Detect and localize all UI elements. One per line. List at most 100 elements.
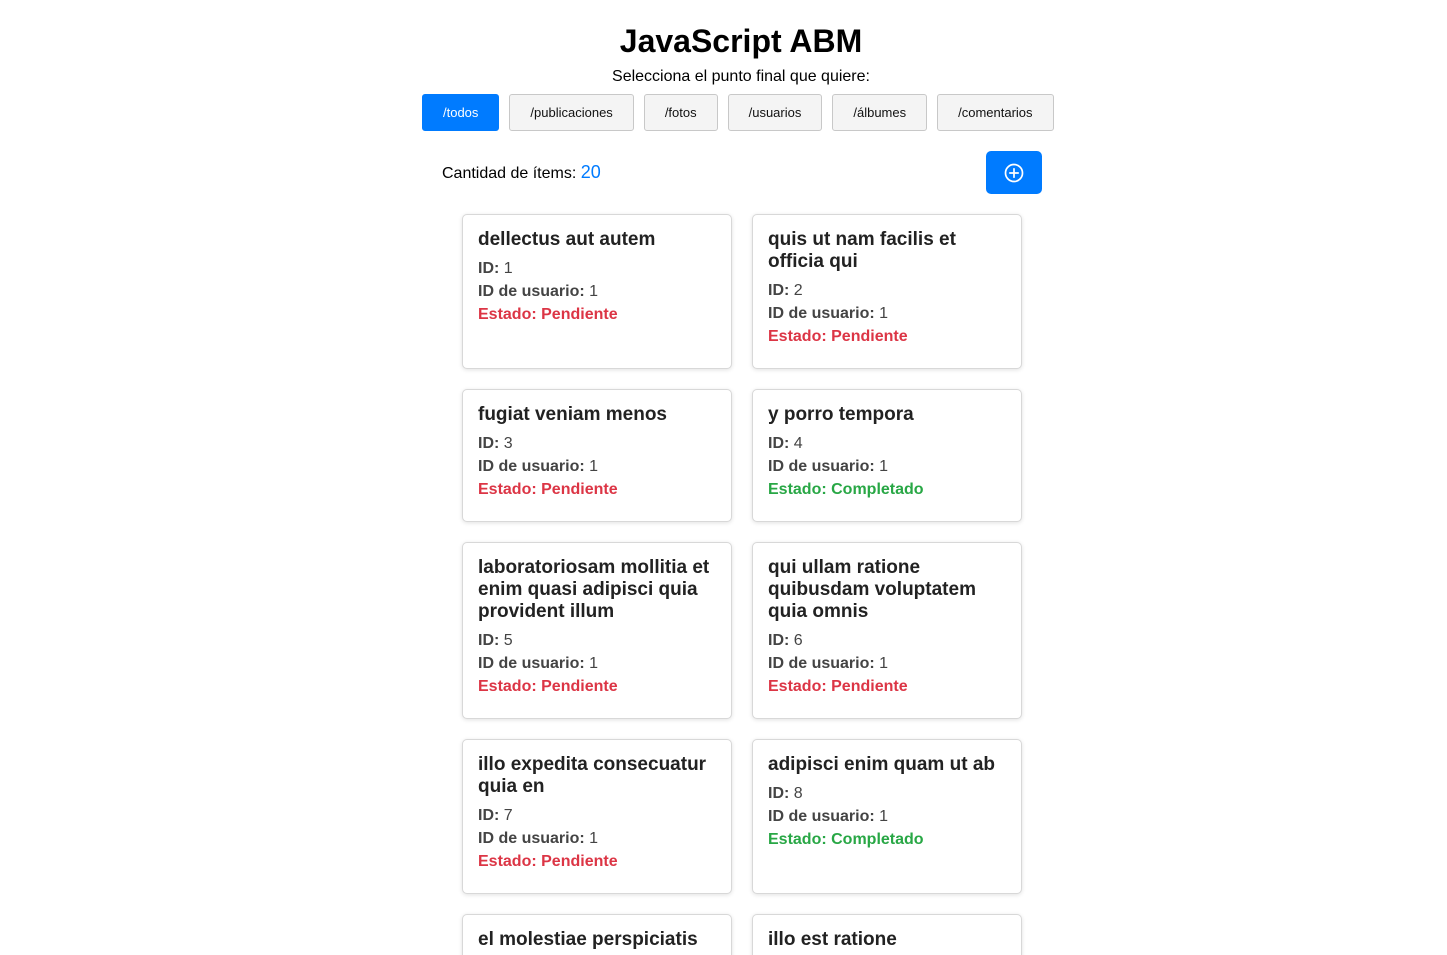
status-value: Pendiente — [831, 328, 908, 345]
todo-card[interactable]: fugiat veniam menos ID: 3 ID de usuario:… — [462, 389, 732, 522]
todo-user-id: ID de usuario: 1 — [478, 280, 716, 303]
user-id-label: ID de usuario: — [478, 283, 585, 300]
endpoint-button-todos[interactable]: /todos — [422, 94, 500, 131]
status-label: Estado: — [768, 678, 827, 695]
user-id-label: ID de usuario: — [478, 830, 585, 847]
todo-title: illo est ratione — [768, 929, 897, 950]
todo-id: ID: 2 — [768, 279, 1006, 302]
status-label: Estado: — [768, 831, 827, 848]
todo-title: y porro tempora — [768, 404, 914, 425]
todo-status: Estado: Pendiente — [478, 303, 716, 326]
status-value: Pendiente — [541, 306, 618, 323]
todo-id: ID: 4 — [768, 432, 1006, 455]
todo-card[interactable]: quis ut nam facilis et officia qui ID: 2… — [752, 214, 1022, 369]
todo-user-id: ID de usuario: 1 — [478, 827, 716, 850]
todo-status: Estado: Pendiente — [478, 850, 716, 873]
id-label: ID: — [478, 807, 500, 824]
todo-id: ID: 8 — [768, 782, 1006, 805]
status-value: Pendiente — [541, 678, 618, 695]
user-id-label: ID de usuario: — [768, 655, 875, 672]
todo-id: ID: 5 — [478, 629, 716, 652]
todo-user-id: ID de usuario: 1 — [478, 652, 716, 675]
user-id-label: ID de usuario: — [768, 808, 875, 825]
id-value: 2 — [793, 282, 803, 299]
status-value: Completado — [831, 831, 924, 848]
endpoint-button-publicaciones[interactable]: /publicaciones — [509, 94, 634, 131]
user-id-label: ID de usuario: — [768, 305, 875, 322]
endpoint-button-fotos[interactable]: /fotos — [643, 94, 718, 131]
todo-user-id: ID de usuario: 1 — [478, 455, 716, 478]
todo-card[interactable]: dellectus aut autem ID: 1 ID de usuario:… — [462, 214, 732, 369]
page-title: JavaScript ABM — [619, 23, 863, 59]
todo-card[interactable]: el molestiae perspiciatis — [462, 914, 732, 955]
todo-title: qui ullam ratione quibusdam voluptatem q… — [768, 557, 976, 622]
todo-title: illo expedita consecuatur quia en — [478, 754, 707, 797]
todo-title: adipisci enim quam ut ab — [768, 754, 995, 775]
plus-circle-icon — [1004, 163, 1024, 182]
todo-user-id: ID de usuario: 1 — [768, 805, 1006, 828]
user-id-value: 1 — [879, 305, 889, 322]
user-id-value: 1 — [589, 283, 599, 300]
todo-user-id: ID de usuario: 1 — [768, 302, 1006, 325]
item-grid: dellectus aut autem ID: 1 ID de usuario:… — [462, 214, 1022, 955]
todo-status: Estado: Pendiente — [768, 325, 1006, 348]
endpoint-selector: /todos /publicaciones /fotos /usuarios /… — [422, 94, 1054, 131]
status-value: Pendiente — [541, 481, 618, 498]
id-label: ID: — [478, 632, 500, 649]
user-id-value: 1 — [879, 655, 889, 672]
todo-card[interactable]: adipisci enim quam ut ab ID: 8 ID de usu… — [752, 739, 1022, 894]
todo-id: ID: 6 — [768, 629, 1006, 652]
todo-card[interactable]: illo expedita consecuatur quia en ID: 7 … — [462, 739, 732, 894]
user-id-label: ID de usuario: — [478, 458, 585, 475]
todo-user-id: ID de usuario: 1 — [768, 652, 1006, 675]
id-label: ID: — [768, 632, 790, 649]
todo-status: Estado: Pendiente — [478, 478, 716, 501]
status-label: Estado: — [768, 328, 827, 345]
endpoint-button-usuarios[interactable]: /usuarios — [727, 94, 823, 131]
user-id-value: 1 — [589, 458, 599, 475]
id-value: 8 — [793, 785, 803, 802]
id-value: 7 — [503, 807, 513, 824]
id-label: ID: — [478, 260, 500, 277]
user-id-label: ID de usuario: — [768, 458, 875, 475]
id-value: 6 — [793, 632, 803, 649]
todo-status: Estado: Completado — [768, 828, 1006, 851]
user-id-value: 1 — [879, 808, 889, 825]
id-label: ID: — [478, 435, 500, 452]
todo-card[interactable]: qui ullam ratione quibusdam voluptatem q… — [752, 542, 1022, 719]
todo-card[interactable]: y porro tempora ID: 4 ID de usuario: 1 E… — [752, 389, 1022, 522]
endpoint-prompt: Selecciona el punto final que quiere: — [612, 68, 870, 85]
id-label: ID: — [768, 282, 790, 299]
todo-card[interactable]: illo est ratione — [752, 914, 1022, 955]
endpoint-button-comentarios[interactable]: /comentarios — [937, 94, 1054, 131]
item-count: Cantidad de ítems: 20 — [442, 161, 601, 185]
todo-title: laboratoriosam mollitia et enim quasi ad… — [478, 557, 710, 622]
status-value: Pendiente — [831, 678, 908, 695]
todo-title: el molestiae perspiciatis — [478, 929, 698, 950]
todo-card[interactable]: laboratoriosam mollitia et enim quasi ad… — [462, 542, 732, 719]
user-id-value: 1 — [879, 458, 889, 475]
status-label: Estado: — [768, 481, 827, 498]
item-count-value: 20 — [580, 162, 601, 182]
status-label: Estado: — [478, 481, 537, 498]
todo-user-id: ID de usuario: 1 — [768, 455, 1006, 478]
status-label: Estado: — [478, 306, 537, 323]
todo-status: Estado: Completado — [768, 478, 1006, 501]
user-id-label: ID de usuario: — [478, 655, 585, 672]
id-value: 4 — [793, 435, 803, 452]
app-page: JavaScript ABM Selecciona el punto final… — [0, 0, 1447, 955]
user-id-value: 1 — [589, 830, 599, 847]
id-value: 3 — [503, 435, 513, 452]
status-label: Estado: — [478, 678, 537, 695]
item-count-label: Cantidad de ítems: — [442, 165, 577, 182]
status-value: Completado — [831, 481, 924, 498]
todo-title: dellectus aut autem — [478, 229, 656, 250]
id-value: 5 — [503, 632, 513, 649]
todo-title: quis ut nam facilis et officia qui — [768, 229, 956, 272]
todo-id: ID: 7 — [478, 804, 716, 827]
id-value: 1 — [503, 260, 513, 277]
todo-status: Estado: Pendiente — [478, 675, 716, 698]
add-item-button[interactable] — [986, 151, 1042, 194]
endpoint-button-albumes[interactable]: /álbumes — [832, 94, 928, 131]
id-label: ID: — [768, 435, 790, 452]
